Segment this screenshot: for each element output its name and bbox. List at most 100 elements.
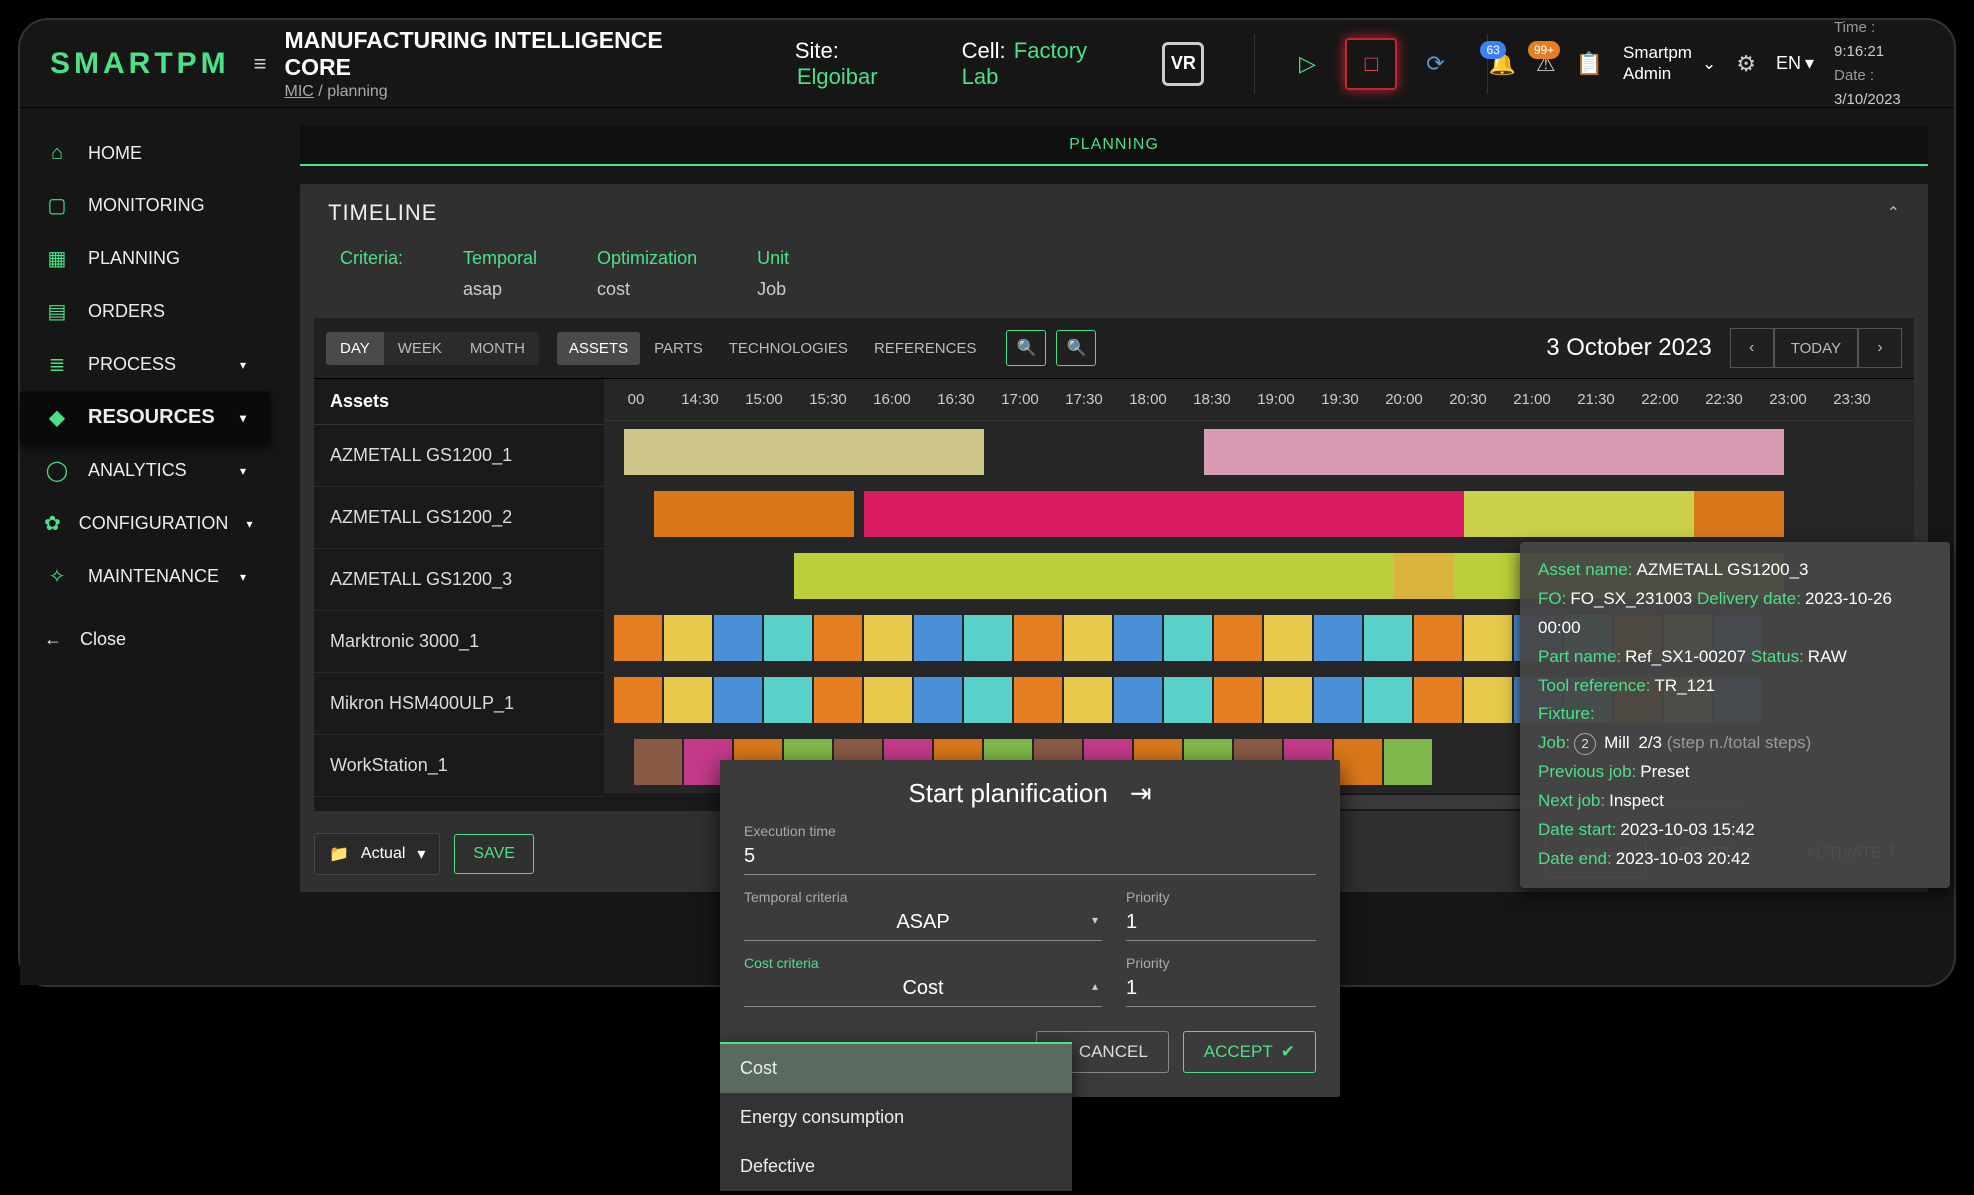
- today-button[interactable]: TODAY: [1774, 328, 1858, 368]
- gantt-bar[interactable]: [1694, 491, 1784, 537]
- gantt-bar[interactable]: [664, 615, 712, 661]
- gantt-bar[interactable]: [1464, 615, 1512, 661]
- sidebar-item-process[interactable]: ≣PROCESS▾: [20, 338, 270, 391]
- gantt-bar[interactable]: [1164, 677, 1212, 723]
- gantt-bar[interactable]: [1384, 739, 1432, 785]
- range-week[interactable]: WEEK: [384, 332, 456, 365]
- bell-icon[interactable]: 🔔63: [1488, 51, 1515, 77]
- gantt-bar[interactable]: [1464, 677, 1512, 723]
- clipboard-icon[interactable]: 📋: [1576, 51, 1603, 77]
- temporal-select[interactable]: ASAP▾: [744, 905, 1102, 941]
- gantt-bar[interactable]: [1314, 615, 1362, 661]
- gantt-bar[interactable]: [1164, 615, 1212, 661]
- gantt-bar[interactable]: [864, 677, 912, 723]
- sidebar-item-resources[interactable]: ◆RESOURCES▾: [20, 391, 270, 444]
- sidebar-close[interactable]: ← Close: [20, 611, 270, 668]
- tab-parts[interactable]: PARTS: [642, 332, 715, 365]
- refresh-button[interactable]: ⟳: [1409, 38, 1461, 90]
- hamburger-icon[interactable]: ≡: [254, 51, 267, 77]
- gantt-bar[interactable]: [964, 677, 1012, 723]
- gantt-bar[interactable]: [1064, 615, 1112, 661]
- priority-input[interactable]: 1: [1126, 905, 1316, 941]
- gantt-bar[interactable]: [1014, 677, 1062, 723]
- gantt-bar[interactable]: [764, 615, 812, 661]
- vr-button[interactable]: VR: [1162, 42, 1204, 86]
- accept-button[interactable]: ACCEPT✔: [1183, 1031, 1316, 1073]
- sidebar-item-maintenance[interactable]: ✧MAINTENANCE▾: [20, 550, 270, 603]
- asset-row[interactable]: AZMETALL GS1200_2: [314, 487, 604, 549]
- next-day-button[interactable]: ›: [1858, 328, 1902, 368]
- stop-button[interactable]: □: [1345, 38, 1397, 90]
- asset-row[interactable]: Mikron HSM400ULP_1: [314, 673, 604, 735]
- exec-time-input[interactable]: 5: [744, 839, 1316, 875]
- gantt-bar[interactable]: [794, 553, 1394, 599]
- gantt-bar[interactable]: [714, 615, 762, 661]
- gantt-bar[interactable]: [1264, 615, 1312, 661]
- collapse-icon[interactable]: ⌃: [1887, 203, 1900, 223]
- tab-references[interactable]: REFERENCES: [862, 332, 989, 365]
- gantt-bar[interactable]: [814, 677, 862, 723]
- dropdown-item[interactable]: Defective: [720, 1142, 1072, 1191]
- gantt-bar[interactable]: [1114, 615, 1162, 661]
- gantt-bar[interactable]: [1064, 677, 1112, 723]
- gear-icon[interactable]: ⚙: [1736, 51, 1756, 77]
- gantt-bar[interactable]: [764, 677, 812, 723]
- gantt-bar[interactable]: [1364, 677, 1412, 723]
- tab-assets[interactable]: ASSETS: [557, 332, 640, 365]
- gantt-bar[interactable]: [1364, 615, 1412, 661]
- asset-row[interactable]: AZMETALL GS1200_3: [314, 549, 604, 611]
- sidebar-item-analytics[interactable]: ◯ANALYTICS▾: [20, 444, 270, 497]
- gantt-bar[interactable]: [1414, 677, 1462, 723]
- actual-dropdown[interactable]: 📁 Actual ▾: [314, 833, 440, 875]
- warning-icon[interactable]: ⚠99+: [1536, 51, 1556, 77]
- gantt-bar[interactable]: [1334, 739, 1382, 785]
- gantt-bar[interactable]: [814, 615, 862, 661]
- gantt-bar[interactable]: [1314, 677, 1362, 723]
- gantt-bar[interactable]: [1414, 615, 1462, 661]
- gantt-bar[interactable]: [714, 677, 762, 723]
- gantt-bar[interactable]: [664, 677, 712, 723]
- dropdown-item[interactable]: Cost: [720, 1044, 1072, 1093]
- asset-row[interactable]: WorkStation_1: [314, 735, 604, 797]
- priority2-input[interactable]: 1: [1126, 971, 1316, 1007]
- language-selector[interactable]: EN▾: [1776, 53, 1814, 74]
- gantt-bar[interactable]: [914, 615, 962, 661]
- tab-technologies[interactable]: TECHNOLOGIES: [717, 332, 860, 365]
- prev-day-button[interactable]: ‹: [1730, 328, 1774, 368]
- gantt-bar[interactable]: [1464, 491, 1694, 537]
- range-day[interactable]: DAY: [326, 332, 384, 365]
- sidebar-item-configuration[interactable]: ✿CONFIGURATION▾: [20, 497, 270, 550]
- gantt-bar[interactable]: [614, 677, 662, 723]
- zoom-in-button[interactable]: 🔍: [1056, 330, 1096, 366]
- gantt-bar[interactable]: [1114, 677, 1162, 723]
- asset-row[interactable]: AZMETALL GS1200_1: [314, 425, 604, 487]
- gantt-bar[interactable]: [1214, 677, 1262, 723]
- cost-select[interactable]: Cost▴: [744, 971, 1102, 1007]
- sidebar-item-monitoring[interactable]: ▢MONITORING: [20, 179, 270, 232]
- asset-row[interactable]: Marktronic 3000_1: [314, 611, 604, 673]
- gantt-bar[interactable]: [1214, 615, 1262, 661]
- breadcrumb-root[interactable]: MIC: [285, 83, 314, 100]
- play-button[interactable]: ▷: [1281, 38, 1333, 90]
- gantt-bar[interactable]: [1264, 677, 1312, 723]
- gantt-bar[interactable]: [654, 491, 854, 537]
- gantt-bar[interactable]: [1014, 615, 1062, 661]
- sidebar-item-planning[interactable]: ▦PLANNING: [20, 232, 270, 285]
- save-button[interactable]: SAVE: [454, 834, 534, 874]
- sidebar-item-home[interactable]: ⌂HOME: [20, 128, 270, 179]
- page-tab-planning[interactable]: PLANNING: [300, 126, 1928, 166]
- dropdown-item[interactable]: Energy consumption: [720, 1093, 1072, 1142]
- zoom-out-button[interactable]: 🔍: [1006, 330, 1046, 366]
- user-menu[interactable]: Smartpm Admin ⌄: [1623, 43, 1716, 84]
- gantt-bar[interactable]: [614, 615, 662, 661]
- gantt-bar[interactable]: [634, 739, 682, 785]
- gantt-bar[interactable]: [864, 615, 912, 661]
- gantt-bar[interactable]: [1394, 553, 1454, 599]
- gantt-bar[interactable]: [1204, 429, 1784, 475]
- gantt-bar[interactable]: [864, 491, 1464, 537]
- sidebar-item-orders[interactable]: ▤ORDERS: [20, 285, 270, 338]
- site-value[interactable]: Elgoibar: [797, 64, 878, 89]
- gantt-bar[interactable]: [964, 615, 1012, 661]
- gantt-bar[interactable]: [914, 677, 962, 723]
- range-month[interactable]: MONTH: [456, 332, 539, 365]
